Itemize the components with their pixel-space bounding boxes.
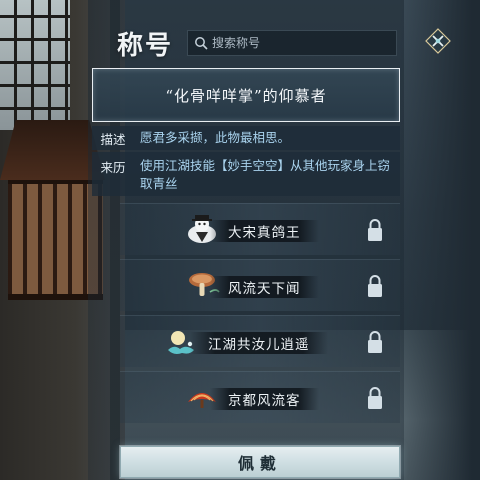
title-label-plate: 大宋真鸽王 [210, 220, 319, 242]
source-label: 来历 [100, 160, 126, 175]
backdrop-right-shade [400, 0, 480, 480]
source-text: 使用江湖技能【妙手空空】从其他玩家身上窃取青丝 [140, 158, 391, 191]
title-label-plate: 京都风流客 [210, 388, 319, 410]
title-list-item[interactable]: 江湖共汝儿逍遥 [120, 315, 400, 367]
title-label: 风流天下闻 [228, 281, 301, 297]
title-label: 大宋真鸽王 [228, 225, 301, 241]
wear-button-label: 佩戴 [237, 454, 282, 473]
title-label-plate: 江湖共汝儿逍遥 [190, 332, 328, 354]
description-text: 愿君多采撷，此物最相思。 [140, 130, 291, 145]
lock-icon [368, 331, 382, 353]
search-icon [195, 37, 208, 50]
wear-button[interactable]: 佩戴 [120, 446, 400, 478]
source-row: 来历 使用江湖技能【妙手空空】从其他玩家身上窃取青丝 [92, 152, 400, 196]
search-input[interactable] [212, 36, 392, 50]
lock-icon [368, 275, 382, 297]
diamond-close-icon [425, 28, 451, 54]
title-label-plate: 风流天下闻 [210, 276, 319, 298]
description-row: 描述 愿君多采撷，此物最相思。 [92, 126, 400, 150]
search-box[interactable] [187, 30, 397, 56]
backdrop-window [0, 0, 70, 130]
close-button[interactable] [424, 27, 452, 55]
title-label: 京都风流客 [228, 393, 301, 409]
title-list-item[interactable]: 风流天下闻 [120, 259, 400, 311]
title-label: 江湖共汝儿逍遥 [208, 337, 310, 353]
selected-title-name: “化骨咩咩掌”的仰慕者 [165, 86, 327, 105]
title-list-item[interactable]: 大宋真鸽王 [120, 203, 400, 255]
lock-icon [368, 387, 382, 409]
page-title: 称号 [117, 31, 174, 61]
lock-icon [368, 219, 382, 241]
title-list-item[interactable]: 京都风流客 [120, 371, 400, 423]
selected-title-banner: “化骨咩咩掌”的仰慕者 [92, 68, 400, 122]
description-label: 描述 [100, 131, 126, 147]
